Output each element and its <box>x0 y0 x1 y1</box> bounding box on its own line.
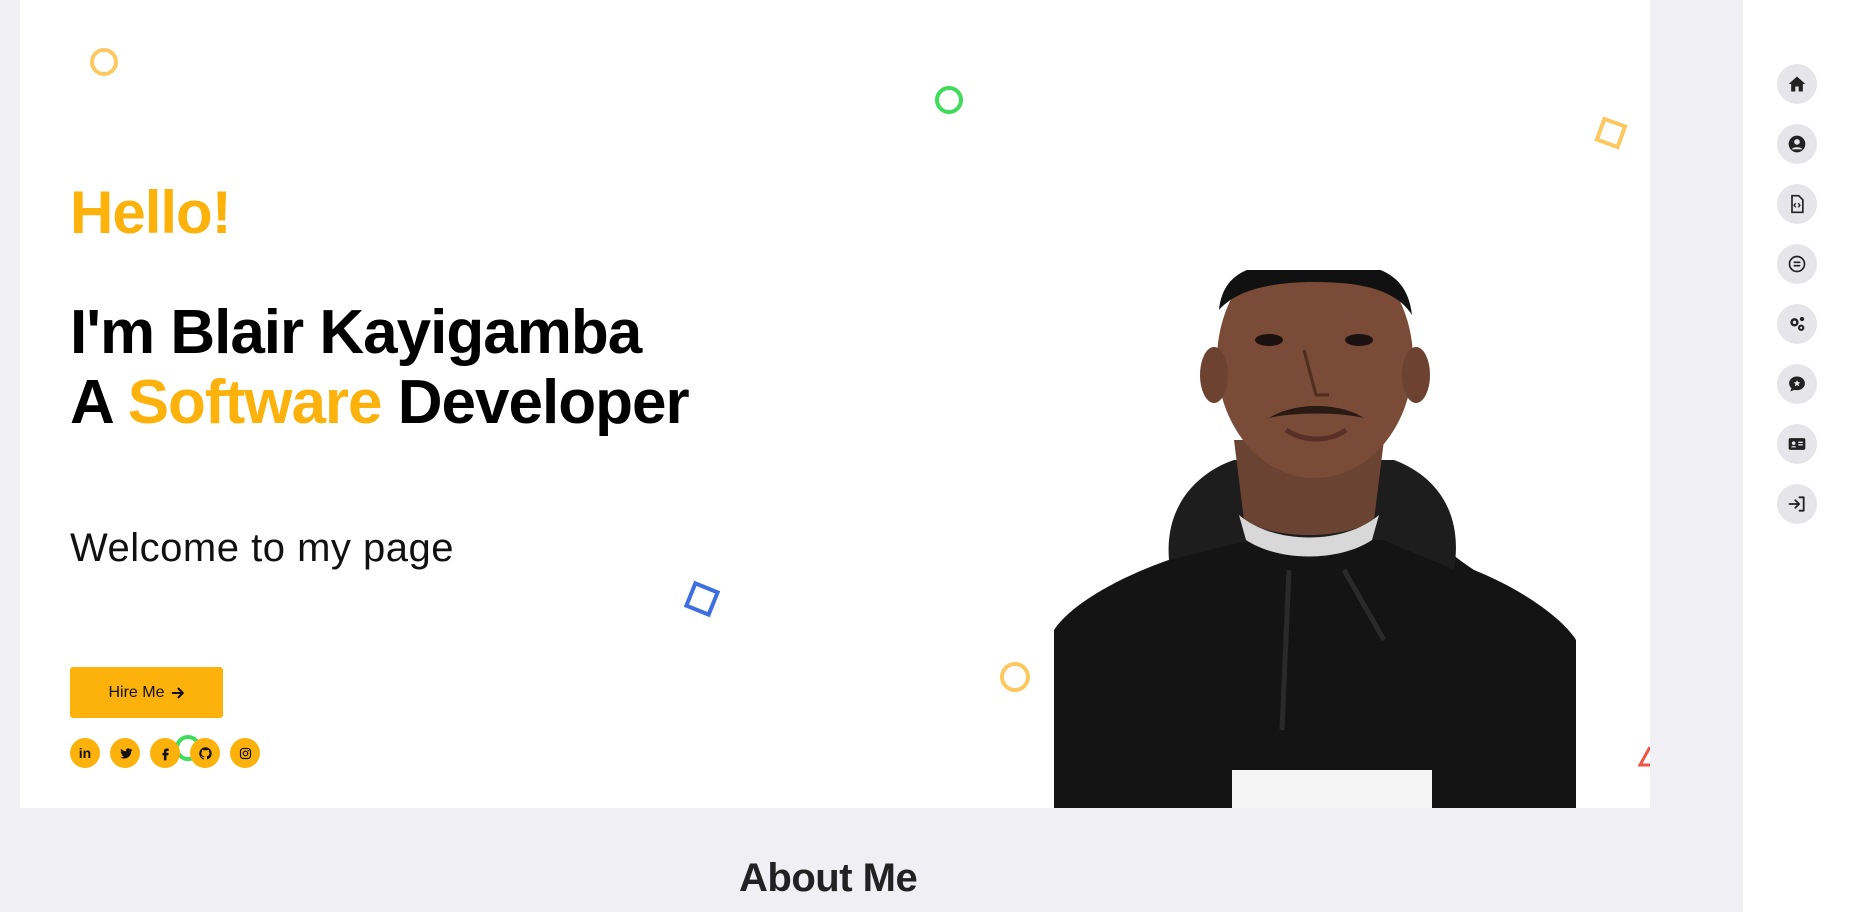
role-accent: Software <box>127 368 383 437</box>
greeting-heading: Hello! <box>70 179 232 246</box>
profile-photo <box>1054 270 1576 808</box>
decor-ring-orange <box>1000 662 1030 692</box>
file-code-icon <box>1791 194 1804 214</box>
nav-testimonials[interactable] <box>1777 364 1817 404</box>
instagram-glyph <box>239 747 251 759</box>
page: Hello! I'm Blair Kayigamba A Software De… <box>0 0 1849 912</box>
welcome-text: Welcome to my page <box>70 526 454 570</box>
role-prefix: A <box>70 368 128 437</box>
linkedin-icon[interactable]: in <box>70 738 100 768</box>
side-navigation <box>1743 0 1849 912</box>
social-links: in <box>70 738 260 768</box>
about-heading: About Me <box>739 856 918 900</box>
star-comment-icon <box>1789 376 1805 392</box>
facebook-icon[interactable] <box>150 738 180 768</box>
role-suffix: Developer <box>381 368 690 437</box>
nav-resume[interactable] <box>1777 184 1817 224</box>
gears-icon <box>1790 316 1805 331</box>
nav-home[interactable] <box>1777 64 1817 104</box>
headline: I'm Blair Kayigamba A Software Developer <box>70 298 690 438</box>
decor-ring-orange <box>90 48 118 76</box>
twitter-glyph <box>119 747 132 758</box>
decor-triangle-red <box>1638 746 1650 767</box>
user-icon <box>1788 135 1806 153</box>
github-icon[interactable] <box>190 738 220 768</box>
hire-me-button[interactable]: Hire Me <box>70 667 223 718</box>
list-icon <box>1788 255 1806 273</box>
arrow-right-icon <box>171 687 184 698</box>
id-card-icon <box>1788 438 1806 450</box>
name-line: I'm Blair Kayigamba <box>70 298 642 367</box>
linkedin-label: in <box>78 745 92 761</box>
github-glyph <box>198 746 212 759</box>
hero-section: Hello! I'm Blair Kayigamba A Software De… <box>20 0 1650 808</box>
decor-square-orange <box>1594 116 1628 150</box>
facebook-glyph <box>161 748 169 760</box>
instagram-icon[interactable] <box>230 738 260 768</box>
nav-about[interactable] <box>1777 124 1817 164</box>
twitter-icon[interactable] <box>110 738 140 768</box>
nav-skills[interactable] <box>1777 304 1817 344</box>
hire-me-label: Hire Me <box>108 683 165 701</box>
home-icon <box>1788 76 1806 92</box>
nav-login[interactable] <box>1777 484 1817 524</box>
decor-square-blue <box>683 580 721 618</box>
nav-contact[interactable] <box>1777 424 1817 464</box>
sign-in-icon <box>1788 496 1805 512</box>
nav-services[interactable] <box>1777 244 1817 284</box>
decor-ring-green <box>935 86 963 114</box>
